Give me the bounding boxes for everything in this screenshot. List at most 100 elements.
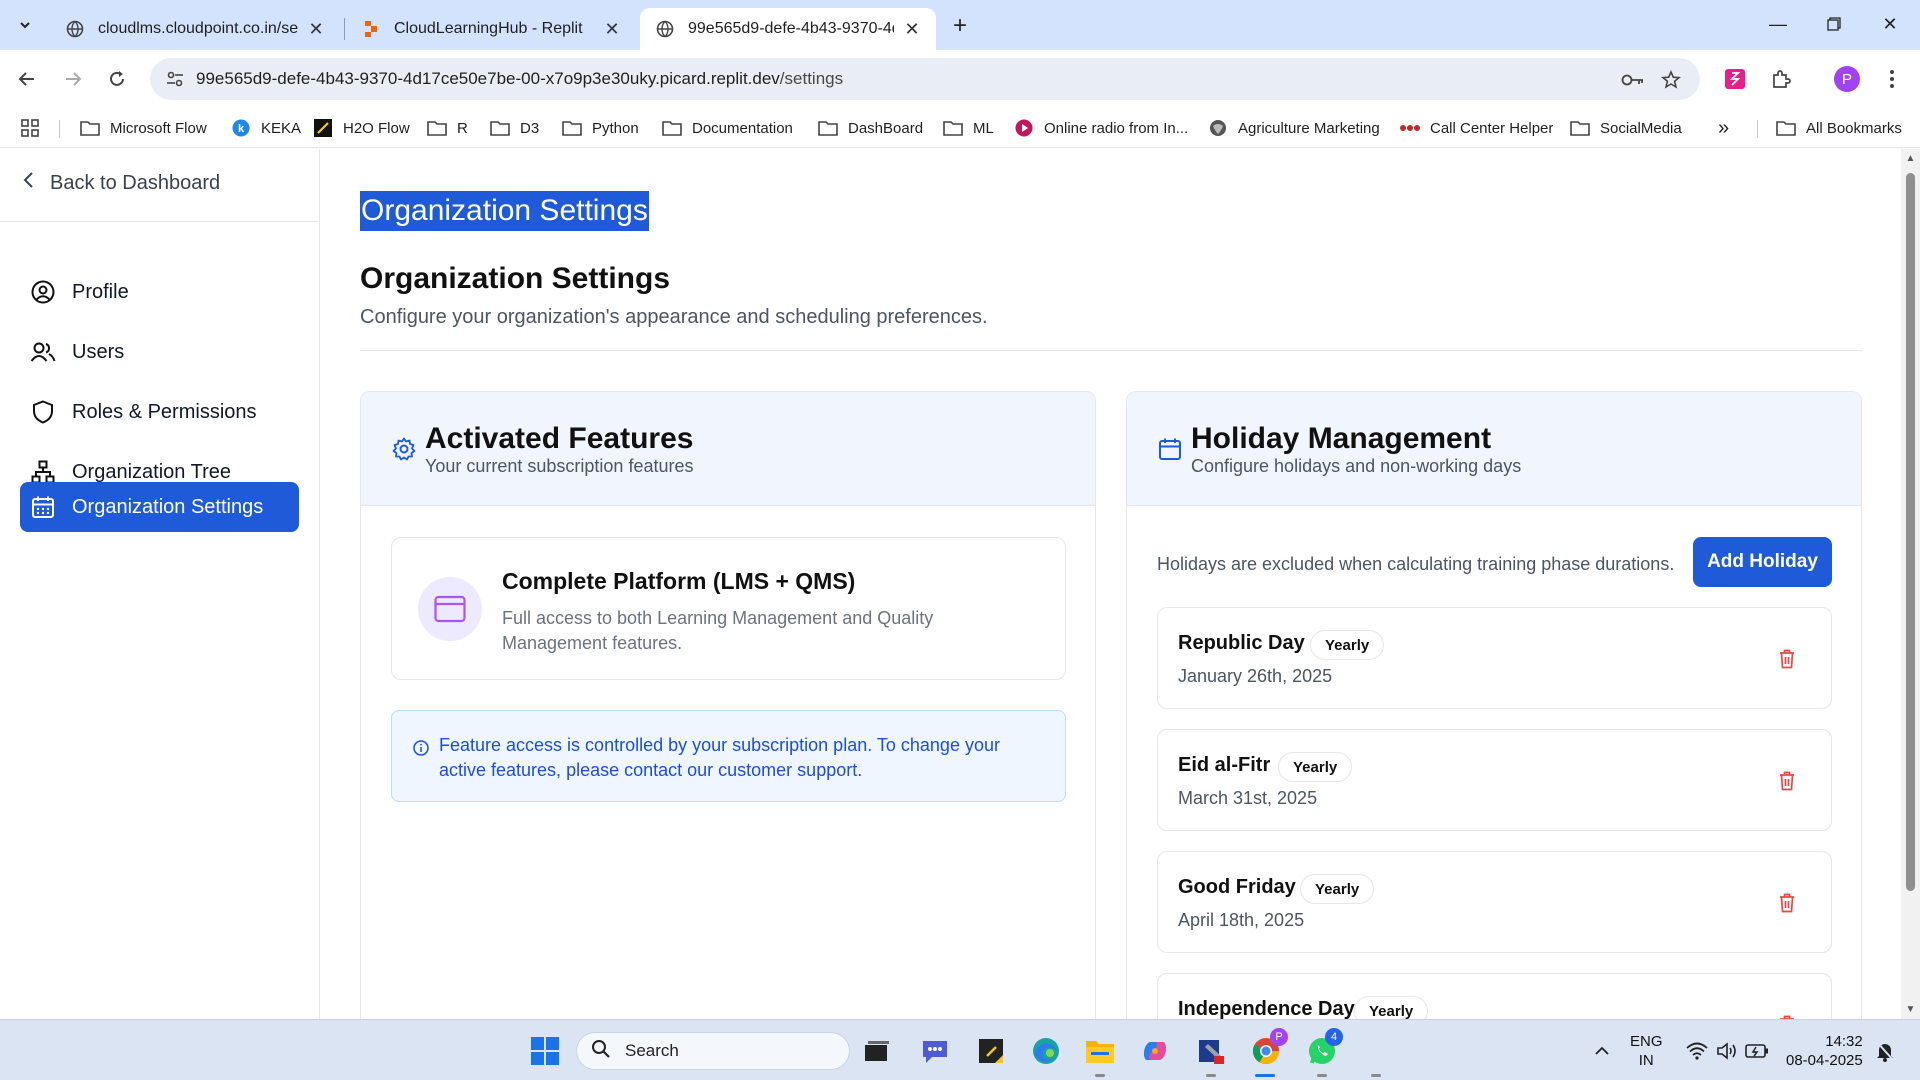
- gear-icon: [391, 436, 417, 462]
- task-view-icon[interactable]: [858, 1032, 896, 1070]
- windows-start-icon[interactable]: [526, 1032, 564, 1070]
- holiday-item: Eid al-Fitr Yearly March 31st, 2025: [1157, 729, 1832, 831]
- all-bookmarks[interactable]: All Bookmarks: [1776, 114, 1902, 142]
- region-code: IN: [1638, 1052, 1654, 1069]
- minimize-icon[interactable]: —: [1750, 0, 1806, 48]
- reload-icon[interactable]: [100, 62, 134, 96]
- bookmark-star-icon[interactable]: [1658, 67, 1684, 93]
- scroll-thumb[interactable]: [1906, 173, 1915, 891]
- sidebar-item-users[interactable]: Users: [20, 327, 299, 377]
- whatsapp-icon[interactable]: 4: [1303, 1028, 1343, 1070]
- input-language-indicator[interactable]: ENG IN: [1630, 1032, 1663, 1070]
- site-settings-icon[interactable]: [164, 68, 186, 90]
- scroll-up-arrow-icon[interactable]: ▲: [1905, 153, 1916, 164]
- bookmark-dashboard[interactable]: DashBoard: [818, 114, 923, 142]
- recurrence-badge: Yearly: [1300, 874, 1375, 904]
- back-arrow-icon[interactable]: [10, 62, 44, 96]
- tab-separator: [344, 18, 345, 40]
- tab-replit[interactable]: CloudLearningHub - Replit ✕: [346, 8, 636, 50]
- card-subtitle: Your current subscription features: [425, 456, 694, 476]
- new-tab-button[interactable]: +: [944, 10, 976, 42]
- calendar-icon: [1157, 436, 1183, 462]
- folder-icon: [818, 118, 838, 138]
- close-tab-icon[interactable]: ✕: [902, 19, 922, 39]
- bookmark-d3[interactable]: D3: [490, 114, 539, 142]
- copilot-icon[interactable]: [1136, 1032, 1174, 1070]
- add-holiday-button[interactable]: Add Holiday: [1693, 537, 1832, 587]
- holiday-item: Republic Day Yearly January 26th, 2025: [1157, 607, 1832, 709]
- holiday-item: Independence Day Yearly: [1157, 973, 1832, 1019]
- sidebar-divider: [0, 221, 320, 222]
- notification-bell-icon[interactable]: [1866, 1032, 1904, 1070]
- bookmark-label: All Bookmarks: [1806, 119, 1902, 137]
- bookmark-ml[interactable]: ML: [943, 114, 994, 142]
- back-to-dashboard-link[interactable]: Back to Dashboard: [22, 171, 220, 195]
- recurrence-badge: Yearly: [1354, 996, 1429, 1019]
- close-window-icon[interactable]: ✕: [1862, 0, 1918, 48]
- bookmark-h2o-flow[interactable]: H2O Flow: [313, 114, 410, 142]
- bookmark-r[interactable]: R: [427, 114, 468, 142]
- bookmark-label: ML: [973, 119, 994, 137]
- clock-date: 08-04-2025: [1786, 1052, 1863, 1069]
- subscription-info-alert: Feature access is controlled by your sub…: [391, 710, 1066, 802]
- taskbar-search-box[interactable]: Search: [576, 1032, 850, 1070]
- bookmark-label: D3: [520, 119, 540, 137]
- close-tab-icon[interactable]: ✕: [602, 19, 622, 39]
- delete-trash-icon[interactable]: [1773, 645, 1801, 673]
- notification-badge: 4: [1325, 1028, 1343, 1046]
- password-key-icon[interactable]: [1620, 67, 1646, 93]
- page-scrollbar[interactable]: ▲ ▼: [1901, 149, 1920, 1019]
- restore-icon[interactable]: [1806, 0, 1862, 48]
- delete-trash-icon[interactable]: [1773, 1011, 1801, 1019]
- bookmark-documentation[interactable]: Documentation: [662, 114, 793, 142]
- delete-trash-icon[interactable]: [1773, 767, 1801, 795]
- sidebar-item-profile[interactable]: Profile: [20, 267, 299, 317]
- folder-icon: [427, 118, 447, 138]
- bookmark-label: SocialMedia: [1600, 119, 1682, 137]
- chrome-browser-icon[interactable]: P: [1247, 1028, 1288, 1070]
- show-hidden-icons-chevron-icon[interactable]: [1583, 1032, 1621, 1070]
- tab-strip: cloudlms.cloudpoint.co.in/settin ✕ Cloud…: [0, 0, 1920, 50]
- radio-icon: [1014, 118, 1034, 138]
- edge-browser-icon[interactable]: [1027, 1032, 1065, 1070]
- tab-search-button[interactable]: [10, 10, 40, 40]
- bookmark-keka[interactable]: k KEKA: [231, 114, 301, 142]
- profile-initial: P: [1834, 66, 1860, 92]
- selected-page-title: Organization Settings: [360, 191, 649, 231]
- bookmark-call-center-helper[interactable]: Call Center Helper: [1400, 114, 1553, 142]
- bookmark-microsoft-flow[interactable]: Microsoft Flow: [80, 114, 207, 142]
- bookmark-socialmedia[interactable]: SocialMedia: [1570, 114, 1682, 142]
- sidebar-item-organization-settings[interactable]: Organization Settings: [20, 482, 299, 532]
- scroll-down-arrow-icon[interactable]: ▼: [1905, 1004, 1916, 1015]
- bookmark-python[interactable]: Python: [562, 114, 639, 142]
- delete-trash-icon[interactable]: [1773, 889, 1801, 917]
- more-menu-icon[interactable]: [1876, 63, 1908, 95]
- chat-app-icon[interactable]: [916, 1032, 954, 1070]
- sidebar-item-roles-permissions[interactable]: Roles & Permissions: [20, 387, 299, 437]
- clock[interactable]: 14:32 08-04-2025: [1786, 1032, 1863, 1070]
- card-header: Activated Features Your current subscrip…: [361, 392, 1095, 506]
- profile-avatar[interactable]: P: [1831, 63, 1863, 95]
- extensions-puzzle-icon[interactable]: [1765, 63, 1797, 95]
- bookmark-agriculture-marketing[interactable]: Agriculture Marketing: [1208, 114, 1380, 142]
- sticky-notes-icon[interactable]: [972, 1032, 1010, 1070]
- tab-replit-dev-active[interactable]: 99e565d9-defe-4b43-9370-4d1 ✕: [640, 8, 936, 50]
- bookmark-label: Agriculture Marketing: [1238, 119, 1380, 137]
- plan-description: Full access to both Learning Management …: [502, 608, 934, 653]
- battery-icon[interactable]: [1738, 1032, 1776, 1070]
- app-icon[interactable]: [1192, 1032, 1230, 1070]
- windows-taskbar: Search P 4 ENG IN 14:32 08-04-2025: [0, 1019, 1920, 1080]
- card-title: Holiday Management: [1191, 422, 1492, 455]
- more-bookmarks-chevron-icon[interactable]: »: [1718, 114, 1729, 142]
- bookmark-label: Online radio from In...: [1044, 119, 1189, 137]
- apps-grid-icon[interactable]: [20, 114, 40, 142]
- close-tab-icon[interactable]: ✕: [306, 19, 326, 39]
- forward-arrow-icon[interactable]: [56, 62, 90, 96]
- address-bar[interactable]: 99e565d9-defe-4b43-9370-4d17ce50e7be-00-…: [150, 58, 1700, 100]
- extension-icon[interactable]: [1719, 63, 1751, 95]
- holiday-name: Independence Day: [1178, 998, 1355, 1019]
- folder-icon: [490, 118, 510, 138]
- file-explorer-icon[interactable]: [1081, 1032, 1119, 1070]
- bookmark-online-radio[interactable]: Online radio from In...: [1014, 114, 1188, 142]
- tab-cloudlms[interactable]: cloudlms.cloudpoint.co.in/settin ✕: [50, 8, 340, 50]
